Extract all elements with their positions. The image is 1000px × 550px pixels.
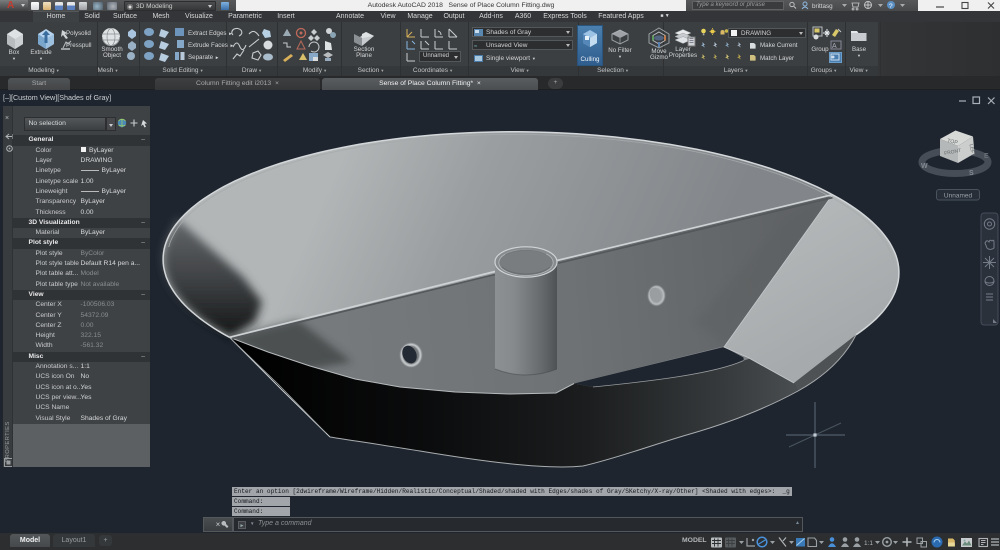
svg-text:Unnamed: Unnamed: [944, 193, 973, 200]
svg-text:?: ?: [889, 3, 893, 10]
svg-text:E: E: [984, 153, 989, 160]
svg-text:brittasg: brittasg: [812, 3, 833, 10]
svg-text:W: W: [921, 163, 928, 170]
svg-text:S: S: [969, 170, 974, 177]
svg-text:1:1: 1:1: [864, 540, 873, 547]
svg-text:≈: ≈: [474, 44, 478, 50]
svg-text:A: A: [832, 43, 837, 50]
